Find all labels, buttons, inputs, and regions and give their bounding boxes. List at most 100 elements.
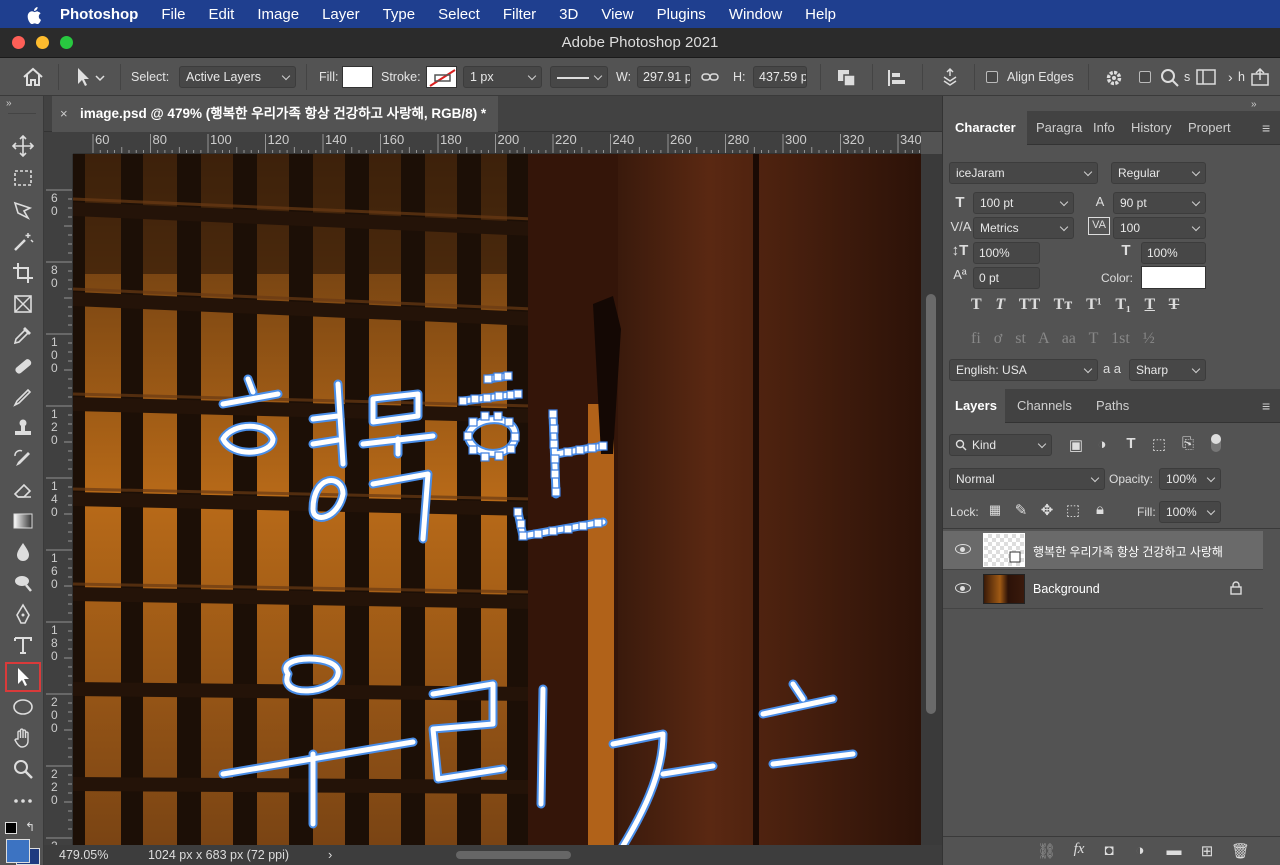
menu-edit[interactable]: Edit	[209, 6, 235, 23]
marquee-tool-icon[interactable]	[8, 164, 38, 192]
menu-file[interactable]: File	[161, 6, 185, 23]
chevron-down-icon[interactable]: ›	[1228, 69, 1233, 85]
gradient-tool-icon[interactable]	[8, 507, 38, 535]
blur-tool-icon[interactable]	[8, 538, 38, 566]
layer-row-text[interactable]: 행복한 우리가족 항상 건강하고 사랑해	[943, 531, 1263, 570]
tab-history[interactable]: History	[1131, 111, 1171, 145]
lock-artboard-icon[interactable]: ⬚	[1065, 501, 1081, 519]
path-operations-icon[interactable]	[836, 68, 858, 88]
link-layers-icon[interactable]: ⛓︎	[1037, 842, 1056, 860]
path-selection-tool-icon[interactable]	[74, 67, 108, 87]
brush-tool-icon[interactable]	[8, 383, 38, 411]
home-icon[interactable]	[22, 67, 44, 87]
lock-transparent-icon[interactable]: ▦	[987, 502, 1003, 518]
pen-tool-icon[interactable]	[8, 600, 38, 628]
swap-colors-icon[interactable]: ↰	[25, 820, 35, 834]
menu-image[interactable]: Image	[257, 6, 299, 23]
crop-tool-icon[interactable]	[8, 259, 38, 287]
zoom-level[interactable]: 479.05%	[59, 848, 108, 862]
antialias-dropdown[interactable]: Sharp	[1129, 359, 1206, 381]
lock-position-icon[interactable]: ✥	[1039, 501, 1055, 519]
layer-row-background[interactable]: Background	[943, 570, 1263, 609]
font-style-dropdown[interactable]: Regular	[1111, 162, 1206, 184]
language-dropdown[interactable]: English: USA	[949, 359, 1098, 381]
vertical-scale-field[interactable]: 100%	[973, 242, 1040, 264]
chevron-right-icon[interactable]: ›	[328, 847, 332, 862]
healing-brush-tool-icon[interactable]	[8, 352, 38, 380]
add-mask-icon[interactable]: ◘	[1100, 842, 1118, 859]
filter-smartobject-icon[interactable]: ⎘	[1179, 435, 1197, 452]
new-group-icon[interactable]: ▬	[1165, 842, 1183, 859]
direct-selection-tool-icon[interactable]	[5, 662, 41, 692]
move-tool-icon[interactable]	[8, 132, 38, 160]
close-window-button[interactable]	[12, 36, 25, 49]
menu-app-name[interactable]: Photoshop	[60, 6, 138, 23]
stroke-width-field[interactable]: 1 px	[463, 66, 542, 88]
eyedropper-tool-icon[interactable]	[8, 321, 38, 349]
link-icon[interactable]	[700, 69, 720, 85]
lasso-tool-icon[interactable]	[8, 196, 38, 224]
tab-paragraph[interactable]: Paragra	[1036, 111, 1082, 145]
dodge-tool-icon[interactable]	[8, 569, 38, 597]
leading-field[interactable]: 90 pt	[1113, 192, 1206, 214]
gear-icon[interactable]	[1104, 68, 1124, 88]
path-alignment-icon[interactable]	[886, 68, 908, 88]
document-tab[interactable]: × image.psd @ 479% (행복한 우리가족 항상 건강하고 사랑해…	[52, 96, 499, 132]
adjustment-layer-icon[interactable]: ◑	[1131, 842, 1149, 859]
collapse-panels-icon[interactable]: »	[1251, 99, 1257, 110]
eraser-tool-icon[interactable]	[8, 476, 38, 504]
layer-name[interactable]: 행복한 우리가족 항상 건강하고 사랑해	[1033, 543, 1223, 560]
width-field[interactable]: 297.91 p	[637, 66, 691, 88]
tab-character[interactable]: Character	[943, 111, 1027, 145]
tab-info[interactable]: Info	[1093, 111, 1115, 145]
delete-layer-icon[interactable]: 🗑︎	[1231, 842, 1250, 860]
new-layer-icon[interactable]: ⊞	[1198, 842, 1216, 860]
text-color-swatch[interactable]	[1141, 266, 1206, 289]
menu-layer[interactable]: Layer	[322, 6, 360, 23]
panel-menu-icon[interactable]: ≡	[1262, 111, 1270, 145]
tracking-dropdown[interactable]: 100	[1113, 217, 1206, 239]
apple-icon[interactable]	[24, 4, 44, 24]
menu-plugins[interactable]: Plugins	[657, 6, 706, 23]
tab-paths[interactable]: Paths	[1096, 389, 1129, 423]
foreground-color-swatch[interactable]	[6, 839, 30, 863]
search-icon[interactable]	[1160, 68, 1180, 88]
visibility-eye-icon[interactable]	[955, 544, 971, 554]
collapse-toolbar-icon[interactable]: »	[6, 98, 12, 109]
menu-type[interactable]: Type	[383, 6, 416, 23]
more-tools-icon[interactable]	[8, 787, 38, 815]
lock-all-icon[interactable]: 🔒︎	[1092, 501, 1108, 518]
visibility-eye-icon[interactable]	[955, 583, 971, 593]
minimize-window-button[interactable]	[36, 36, 49, 49]
document-info[interactable]: 1024 px x 683 px (72 ppi)	[148, 848, 289, 862]
tab-layers[interactable]: Layers	[943, 389, 1005, 423]
menu-window[interactable]: Window	[729, 6, 782, 23]
scroll-thumb[interactable]	[926, 294, 936, 714]
zoom-window-button[interactable]	[60, 36, 73, 49]
magic-wand-tool-icon[interactable]	[8, 228, 38, 256]
close-tab-icon[interactable]: ×	[60, 96, 68, 132]
frame-tool-icon[interactable]	[8, 290, 38, 318]
baseline-shift-field[interactable]: 0 pt	[973, 267, 1040, 289]
layer-name[interactable]: Background	[1033, 582, 1100, 596]
type-tool-icon[interactable]	[8, 631, 38, 659]
filter-adjustment-icon[interactable]: ◑	[1093, 436, 1111, 453]
history-brush-tool-icon[interactable]	[8, 445, 38, 473]
ruler-origin[interactable]	[44, 132, 73, 154]
stroke-type-dropdown[interactable]	[550, 66, 608, 88]
menu-help[interactable]: Help	[805, 6, 836, 23]
fill-field[interactable]: 100%	[1159, 501, 1221, 523]
font-family-dropdown[interactable]: iceJaram	[949, 162, 1098, 184]
layers-menu-icon[interactable]: ≡	[1262, 389, 1270, 423]
select-mode-dropdown[interactable]: Active Layers	[179, 66, 296, 88]
document-canvas[interactable]	[73, 154, 921, 845]
vertical-scrollbar[interactable]	[921, 154, 942, 845]
horizontal-scale-field[interactable]: 100%	[1141, 242, 1206, 264]
tab-channels[interactable]: Channels	[1017, 389, 1072, 423]
kerning-dropdown[interactable]: Metrics	[973, 217, 1074, 239]
opacity-field[interactable]: 100%	[1159, 468, 1221, 490]
align-edges-checkbox[interactable]	[986, 71, 998, 83]
font-size-field[interactable]: 100 pt	[973, 192, 1074, 214]
zoom-tool-icon[interactable]	[8, 755, 38, 783]
stamp-tool-icon[interactable]	[8, 414, 38, 442]
